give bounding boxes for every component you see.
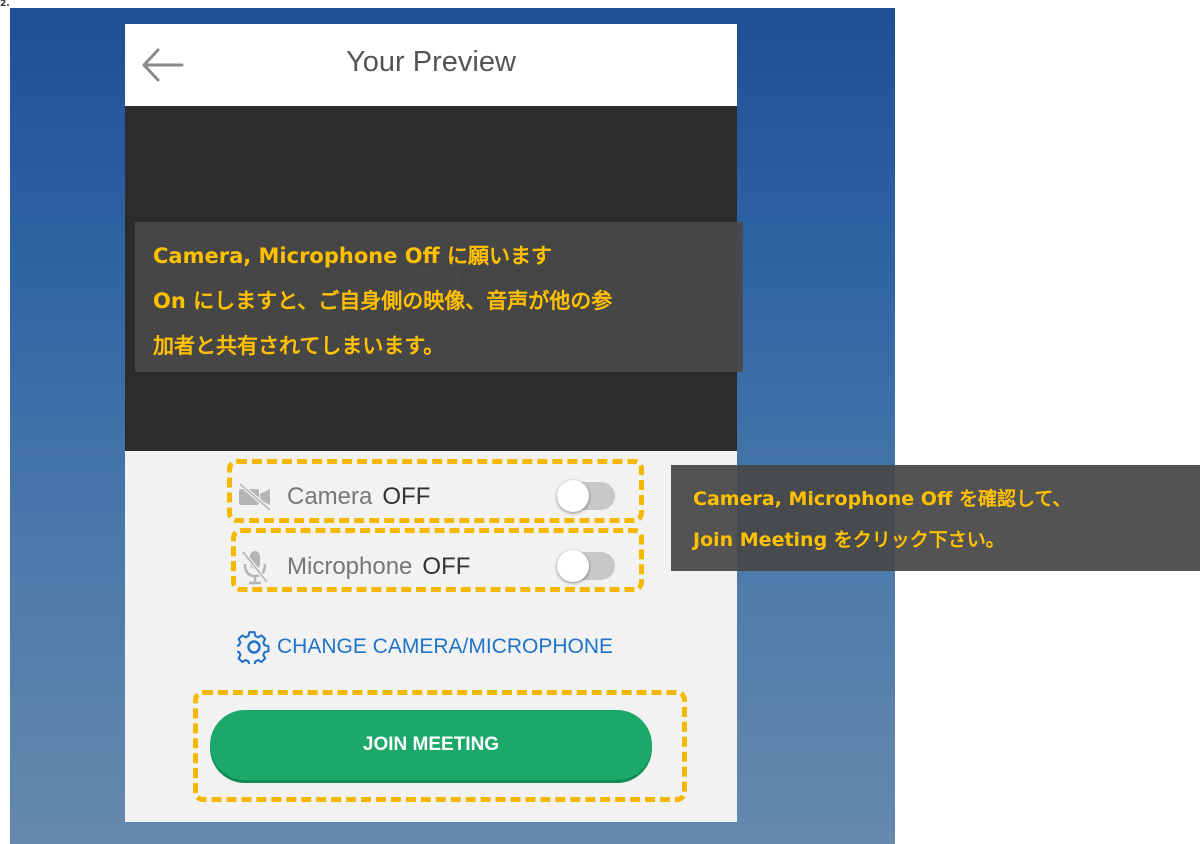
change-camera-microphone-label: CHANGE CAMERA/MICROPHONE [277,635,614,658]
header-bar: Your Preview [125,24,737,106]
top-annotation-line-2: On にしますと、ご自身側の映像、音声が他の参 [153,289,613,313]
microphone-highlight-frame [231,528,644,592]
back-button[interactable] [139,42,185,88]
page-title: Your Preview [346,45,516,78]
right-annotation-callout: Camera, Microphone Off を確認して、 Join Meeti… [671,465,1200,571]
top-annotation-line-1: Camera, Microphone Off に願います [153,244,552,268]
gear-icon [237,631,270,664]
change-camera-microphone-link[interactable]: CHANGE CAMERA/MICROPHONE [237,627,613,667]
camera-highlight-frame [227,459,644,523]
top-annotation-callout: Camera, Microphone Off に願います On にしますと、ご自… [135,222,743,372]
join-highlight-frame [193,690,687,802]
arrow-left-icon [142,48,184,82]
top-annotation-line-3: 加者と共有されてしまいます。 [153,334,445,358]
right-annotation-line-1: Camera, Microphone Off を確認して、 [693,488,1072,510]
right-annotation-line-2: Join Meeting をクリック下さい。 [693,529,1005,551]
